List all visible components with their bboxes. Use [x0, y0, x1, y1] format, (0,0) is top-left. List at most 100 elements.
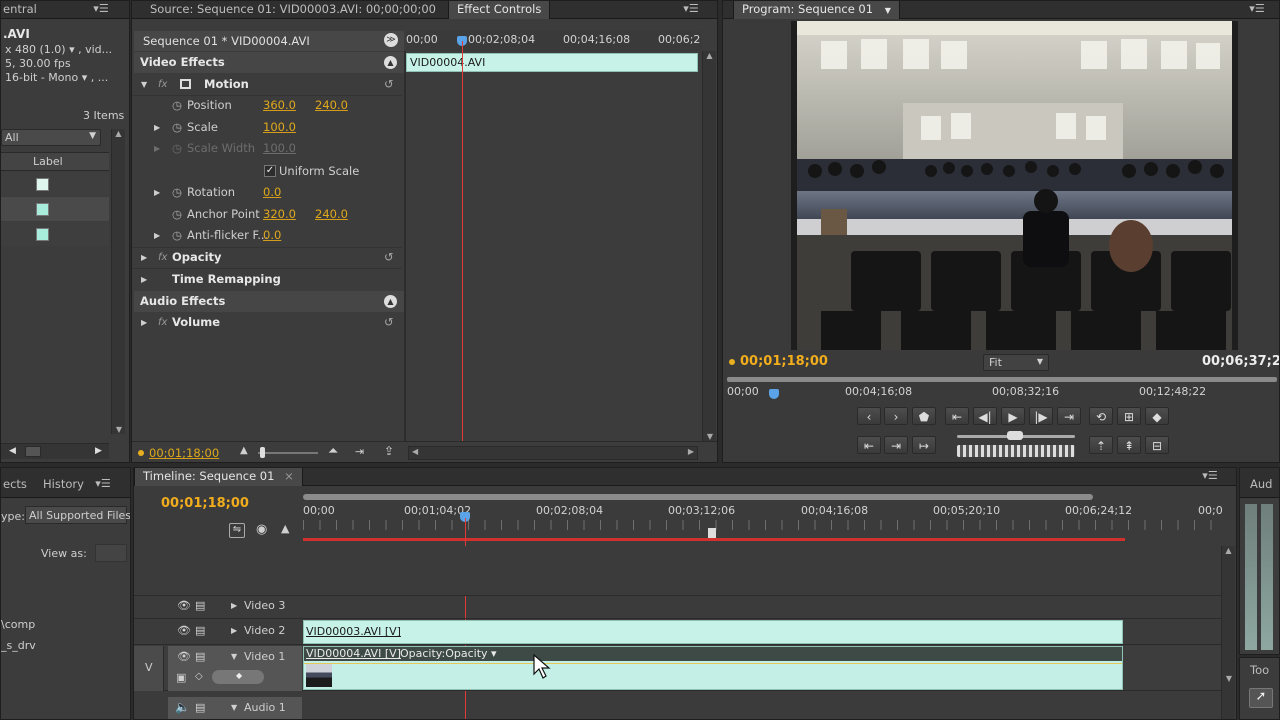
project-scrollbar[interactable]: ▲ ▼ — [111, 129, 125, 434]
twirl-right-icon[interactable]: ▶ — [141, 247, 147, 268]
panel-menu-icon[interactable]: ▾☰ — [95, 477, 111, 491]
scroll-left-icon[interactable]: ◀ — [9, 446, 16, 456]
timeline-ruler[interactable]: 00;00 00;01;04;02 00;02;08;04 00;03;12;0… — [303, 492, 1223, 546]
reset-icon[interactable]: ↺ — [384, 74, 394, 95]
position-x-value[interactable]: 360.0 — [263, 95, 296, 116]
work-area-bar[interactable] — [303, 494, 1093, 500]
ec-zoom-thumb[interactable] — [260, 447, 265, 458]
project-row[interactable] — [1, 197, 109, 221]
twirl-down-icon[interactable]: ▼ — [231, 652, 237, 661]
fx-icon[interactable]: fx — [158, 312, 167, 333]
eye-icon[interactable]: 👁 — [177, 624, 191, 637]
tab-effects[interactable]: ects — [1, 476, 35, 494]
stopwatch-icon[interactable]: ◷ — [172, 182, 182, 203]
reset-icon[interactable]: ↺ — [384, 312, 394, 333]
lift-icon[interactable]: ⇡ — [1089, 436, 1113, 454]
scale-value[interactable]: 100.0 — [263, 117, 296, 138]
project-hscrollbar[interactable]: ◀ ▶ — [1, 443, 109, 459]
timeline-current-time[interactable]: 00;01;18;00 — [161, 496, 249, 511]
project-row[interactable] — [1, 172, 109, 196]
snap-icon[interactable]: ⇋ — [229, 523, 245, 538]
zoom-scroll-thumb[interactable] — [708, 528, 716, 538]
time-remapping-row[interactable]: ▶ Time Remapping — [132, 269, 402, 290]
eye-icon[interactable]: 👁 — [177, 599, 191, 612]
panel-menu-icon[interactable]: ▾☰ — [93, 2, 109, 16]
panel-menu-icon[interactable]: ▾☰ — [1249, 2, 1265, 16]
view-as-field[interactable] — [95, 544, 127, 562]
tab-history[interactable]: History — [35, 476, 92, 494]
panel-menu-icon[interactable]: ▾☰ — [1202, 469, 1218, 483]
mark-out-icon[interactable]: › — [884, 407, 908, 425]
twirl-right-icon[interactable]: ▶ — [141, 269, 147, 290]
motion-row[interactable]: ▼ fx Motion ↺ — [132, 74, 402, 95]
add-marker-icon[interactable]: ▲ — [281, 522, 289, 535]
twirl-down-icon[interactable]: ▼ — [231, 703, 237, 712]
lock-icon[interactable]: ▤ — [195, 624, 205, 637]
clip-vid00003[interactable]: VID00003.AVI [V] — [303, 620, 1123, 644]
scroll-up-icon[interactable]: ▲ — [112, 129, 125, 138]
tab-source-monitor[interactable]: Source: Sequence 01: VID00003.AVI: 00;00… — [142, 1, 444, 19]
tab-audio-meters[interactable]: Aud — [1242, 476, 1279, 494]
ec-divider[interactable] — [404, 51, 406, 441]
show-hide-timeline-icon[interactable]: ≫ — [384, 33, 398, 47]
timeline-scrollbar[interactable]: ▲ ▼ — [1221, 546, 1235, 719]
mark-in-icon[interactable]: ‹ — [857, 407, 881, 425]
scroll-up-icon[interactable]: ▲ — [1222, 546, 1235, 555]
stopwatch-icon[interactable]: ◷ — [172, 95, 182, 116]
go-to-previous-edit-icon[interactable]: ⇤ — [857, 436, 881, 454]
volume-row[interactable]: ▶ fx Volume ↺ — [132, 312, 402, 333]
safe-margins-icon[interactable]: ⊞ — [1117, 407, 1141, 425]
project-row[interactable] — [1, 222, 109, 246]
program-playhead-marker[interactable] — [769, 389, 779, 399]
shuttle-slider[interactable] — [957, 431, 1075, 441]
export-icon[interactable]: ⇪ — [384, 444, 394, 458]
scroll-up-icon[interactable]: ▲ — [703, 51, 716, 60]
zoom-in-icon[interactable]: ⏶ — [328, 444, 338, 459]
stopwatch-icon[interactable]: ◷ — [172, 204, 182, 225]
program-ruler-track[interactable] — [727, 377, 1277, 382]
uniform-scale-checkbox[interactable]: ✓ — [264, 165, 276, 177]
opacity-dropdown[interactable]: Opacity:Opacity ▾ — [400, 647, 497, 660]
go-to-in-icon[interactable]: ⇤ — [945, 407, 969, 425]
ec-current-time[interactable]: 00;01;18;00 — [149, 446, 219, 460]
close-icon[interactable]: × — [284, 469, 294, 483]
tab-program-monitor[interactable]: Program: Sequence 01 ▼ — [733, 1, 900, 19]
opacity-row[interactable]: ▶ fx Opacity ↺ — [132, 247, 402, 268]
program-ruler[interactable]: 00;00 00;04;16;08 00;08;32;16 00;12;48;2… — [727, 375, 1277, 402]
program-current-time[interactable]: 00;01;18;00 — [740, 354, 828, 369]
chevron-down-icon[interactable]: ▼ — [885, 6, 891, 15]
twirl-right-icon[interactable]: ▶ — [231, 601, 237, 610]
stopwatch-icon[interactable]: ◷ — [172, 225, 182, 246]
zoom-level-dropdown[interactable]: Fit ▼ — [983, 354, 1049, 371]
fx-icon[interactable]: fx — [158, 247, 167, 268]
go-to-out-icon[interactable]: ⇥ — [1057, 407, 1081, 425]
stopwatch-icon[interactable]: ◷ — [172, 117, 182, 138]
speaker-icon[interactable]: 🔈 — [175, 700, 190, 714]
reset-icon[interactable]: ↺ — [384, 247, 394, 268]
scroll-thumb[interactable] — [25, 446, 41, 457]
twirl-down-icon[interactable]: ▼ — [141, 74, 147, 95]
program-video-frame[interactable] — [791, 21, 1238, 350]
jog-wheel[interactable] — [957, 445, 1075, 457]
anchor-y-value[interactable]: 240.0 — [315, 204, 348, 225]
clip-vid00004[interactable]: VID00004.AVI [V] Opacity:Opacity ▾ — [303, 646, 1123, 690]
marker-icon[interactable]: ⬟ — [912, 407, 936, 425]
lock-icon[interactable]: ▤ — [195, 650, 205, 663]
eye-icon[interactable]: 👁 — [177, 650, 191, 663]
ec-zoom-slider[interactable] — [258, 452, 318, 454]
output-icon[interactable]: ◆ — [1145, 407, 1169, 425]
trim-icon[interactable]: ⊟ — [1145, 436, 1169, 454]
loop-icon[interactable]: ⟲ — [1089, 407, 1113, 425]
rotation-value[interactable]: 0.0 — [263, 182, 281, 203]
twirl-right-icon[interactable]: ▶ — [154, 225, 160, 246]
zoom-out-icon[interactable]: ▲ — [240, 445, 248, 456]
play-icon[interactable]: ▶ — [1001, 407, 1025, 425]
position-y-value[interactable]: 240.0 — [315, 95, 348, 116]
collapse-icon[interactable]: ▲ — [384, 295, 397, 308]
play-in-to-out-icon[interactable]: ↦ — [912, 436, 936, 454]
opacity-rubber-band[interactable] — [304, 663, 1122, 664]
scroll-right-icon[interactable]: ▶ — [95, 446, 102, 456]
file-type-dropdown[interactable]: All Supported Files — [25, 506, 130, 524]
bin-dropdown[interactable]: All ▼ — [1, 129, 101, 146]
scroll-down-icon[interactable]: ▼ — [703, 432, 717, 441]
